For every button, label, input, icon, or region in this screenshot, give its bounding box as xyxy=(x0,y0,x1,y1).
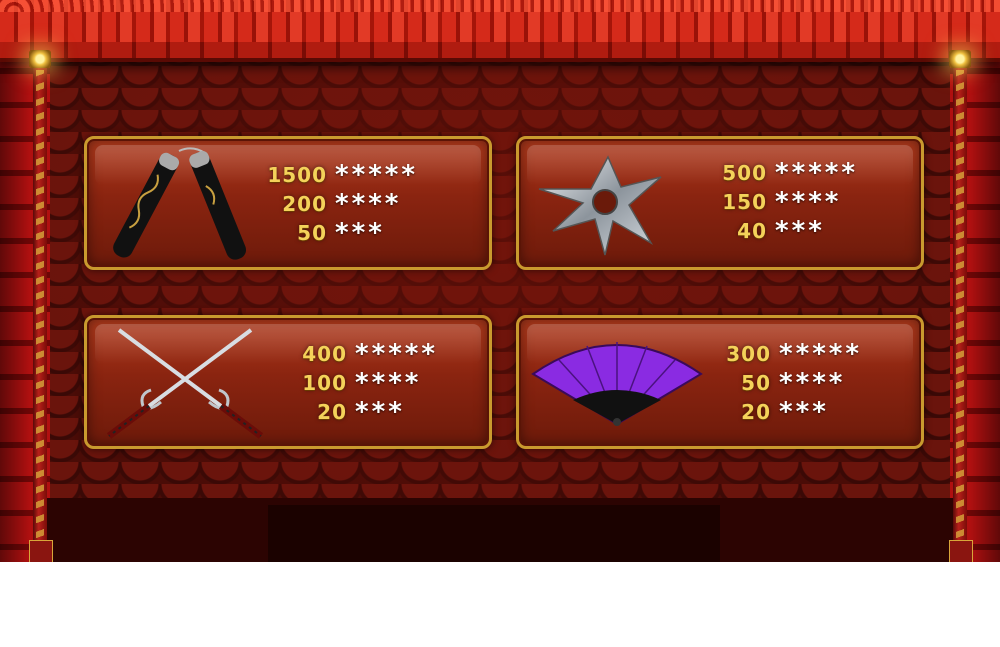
payout-amount: 20 xyxy=(741,399,771,424)
match-count-stars: **** xyxy=(779,367,846,398)
back-wall xyxy=(0,0,1000,562)
game-scene: 1500 ***** 200 **** 50 *** 500 ***** 150… xyxy=(0,0,1000,562)
payout-row: 400 ***** xyxy=(267,339,438,368)
payout-row: 150 **** xyxy=(687,187,858,216)
payout-row: 50 **** xyxy=(691,368,862,397)
payout-list: 1500 ***** 200 **** 50 *** xyxy=(247,160,418,247)
payout-amount: 400 xyxy=(302,341,347,366)
sai-icon xyxy=(106,328,264,439)
stage-panel xyxy=(268,505,720,562)
payout-amount: 150 xyxy=(722,189,767,214)
right-pillar-base xyxy=(949,540,973,562)
payout-amount: 300 xyxy=(726,341,771,366)
paytable-panel-shuriken: 500 ***** 150 **** 40 *** xyxy=(516,136,924,270)
payout-amount: 200 xyxy=(282,191,327,216)
match-count-stars: **** xyxy=(355,367,422,398)
shuriken-icon xyxy=(538,155,662,256)
payout-list: 400 ***** 100 **** 20 *** xyxy=(267,339,438,426)
payout-amount: 50 xyxy=(741,370,771,395)
fan-icon xyxy=(531,342,703,426)
payout-list: 300 ***** 50 **** 20 *** xyxy=(691,339,862,426)
match-count-stars: ***** xyxy=(355,338,438,369)
payout-row: 100 **** xyxy=(267,368,438,397)
match-count-stars: ***** xyxy=(775,157,858,188)
payout-amount: 100 xyxy=(302,370,347,395)
payout-amount: 500 xyxy=(722,160,767,185)
payout-row: 300 ***** xyxy=(691,339,862,368)
pagoda-roof xyxy=(0,0,1000,62)
payout-amount: 50 xyxy=(297,220,327,245)
nunchaku-icon xyxy=(113,147,247,260)
payout-row: 200 **** xyxy=(247,189,418,218)
payout-list: 500 ***** 150 **** 40 *** xyxy=(687,158,858,245)
match-count-stars: **** xyxy=(775,186,842,217)
left-pillar-base xyxy=(29,540,53,562)
payout-row: 500 ***** xyxy=(687,158,858,187)
paytable-panel-nunchaku: 1500 ***** 200 **** 50 *** xyxy=(84,136,492,270)
paytable-panel-fan: 300 ***** 50 **** 20 *** xyxy=(516,315,924,449)
match-count-stars: ***** xyxy=(779,338,862,369)
payout-row: 20 *** xyxy=(691,397,862,426)
payout-row: 1500 ***** xyxy=(247,160,418,189)
right-pillar xyxy=(953,60,967,550)
right-lantern-icon xyxy=(949,50,971,68)
left-pillar xyxy=(33,60,47,550)
match-count-stars: *** xyxy=(779,396,829,427)
match-count-stars: *** xyxy=(775,215,825,246)
payout-row: 40 *** xyxy=(687,216,858,245)
match-count-stars: ***** xyxy=(335,159,418,190)
match-count-stars: *** xyxy=(355,396,405,427)
payout-amount: 20 xyxy=(317,399,347,424)
payout-amount: 40 xyxy=(737,218,767,243)
paytable-panel-sai: 400 ***** 100 **** 20 *** xyxy=(84,315,492,449)
payout-amount: 1500 xyxy=(267,162,327,187)
match-count-stars: *** xyxy=(335,217,385,248)
payout-row: 20 *** xyxy=(267,397,438,426)
match-count-stars: **** xyxy=(335,188,402,219)
payout-row: 50 *** xyxy=(247,218,418,247)
left-lantern-icon xyxy=(29,50,51,68)
